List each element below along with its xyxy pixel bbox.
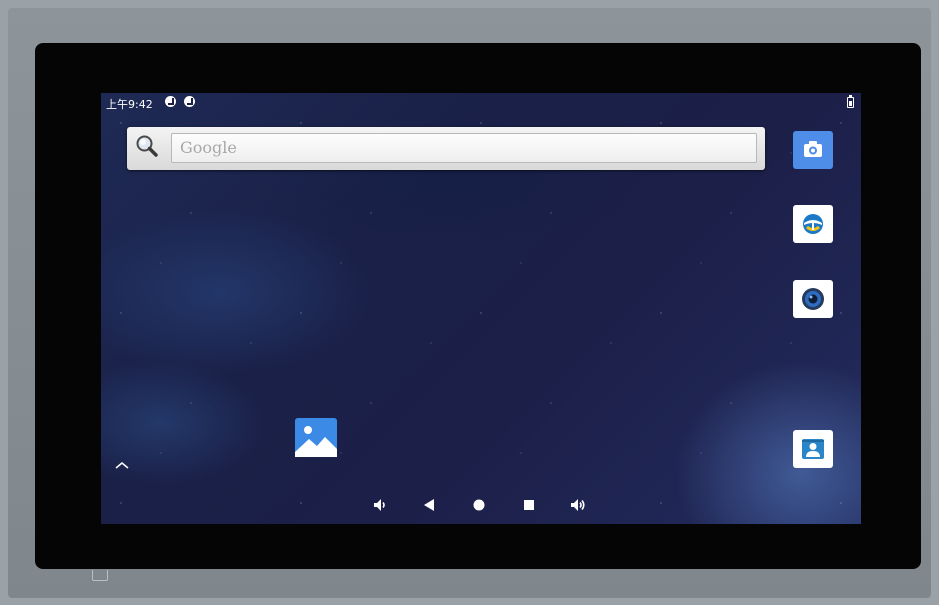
recents-icon (524, 500, 534, 510)
search-icon[interactable] (135, 134, 159, 158)
volume-down-button[interactable] (369, 494, 391, 516)
frame-port-mark (92, 570, 108, 581)
recents-button[interactable] (518, 494, 540, 516)
camera-app-icon[interactable] (793, 131, 833, 169)
contacts-app-icon[interactable] (793, 430, 833, 468)
status-time: 上午9:42 (106, 98, 153, 111)
home-button[interactable] (468, 494, 490, 516)
notification-icon (165, 96, 176, 107)
home-icon (473, 499, 485, 511)
search-input[interactable]: Google (171, 133, 757, 163)
volume-down-icon (374, 499, 385, 511)
music-app-icon[interactable] (793, 280, 833, 318)
gallery-app-icon[interactable] (295, 418, 337, 457)
back-icon (424, 499, 434, 511)
back-button[interactable] (418, 494, 440, 516)
home-screen: 上午9:42 Google (101, 93, 861, 524)
volume-up-icon (571, 499, 585, 511)
app-drawer-handle[interactable] (115, 455, 129, 469)
status-bar: 上午9:42 (101, 93, 861, 113)
notification-icon (184, 96, 195, 107)
battery-icon (847, 95, 854, 108)
google-search-widget[interactable]: Google (127, 127, 765, 170)
volume-up-button[interactable] (567, 494, 589, 516)
browser-app-icon[interactable] (793, 205, 833, 243)
